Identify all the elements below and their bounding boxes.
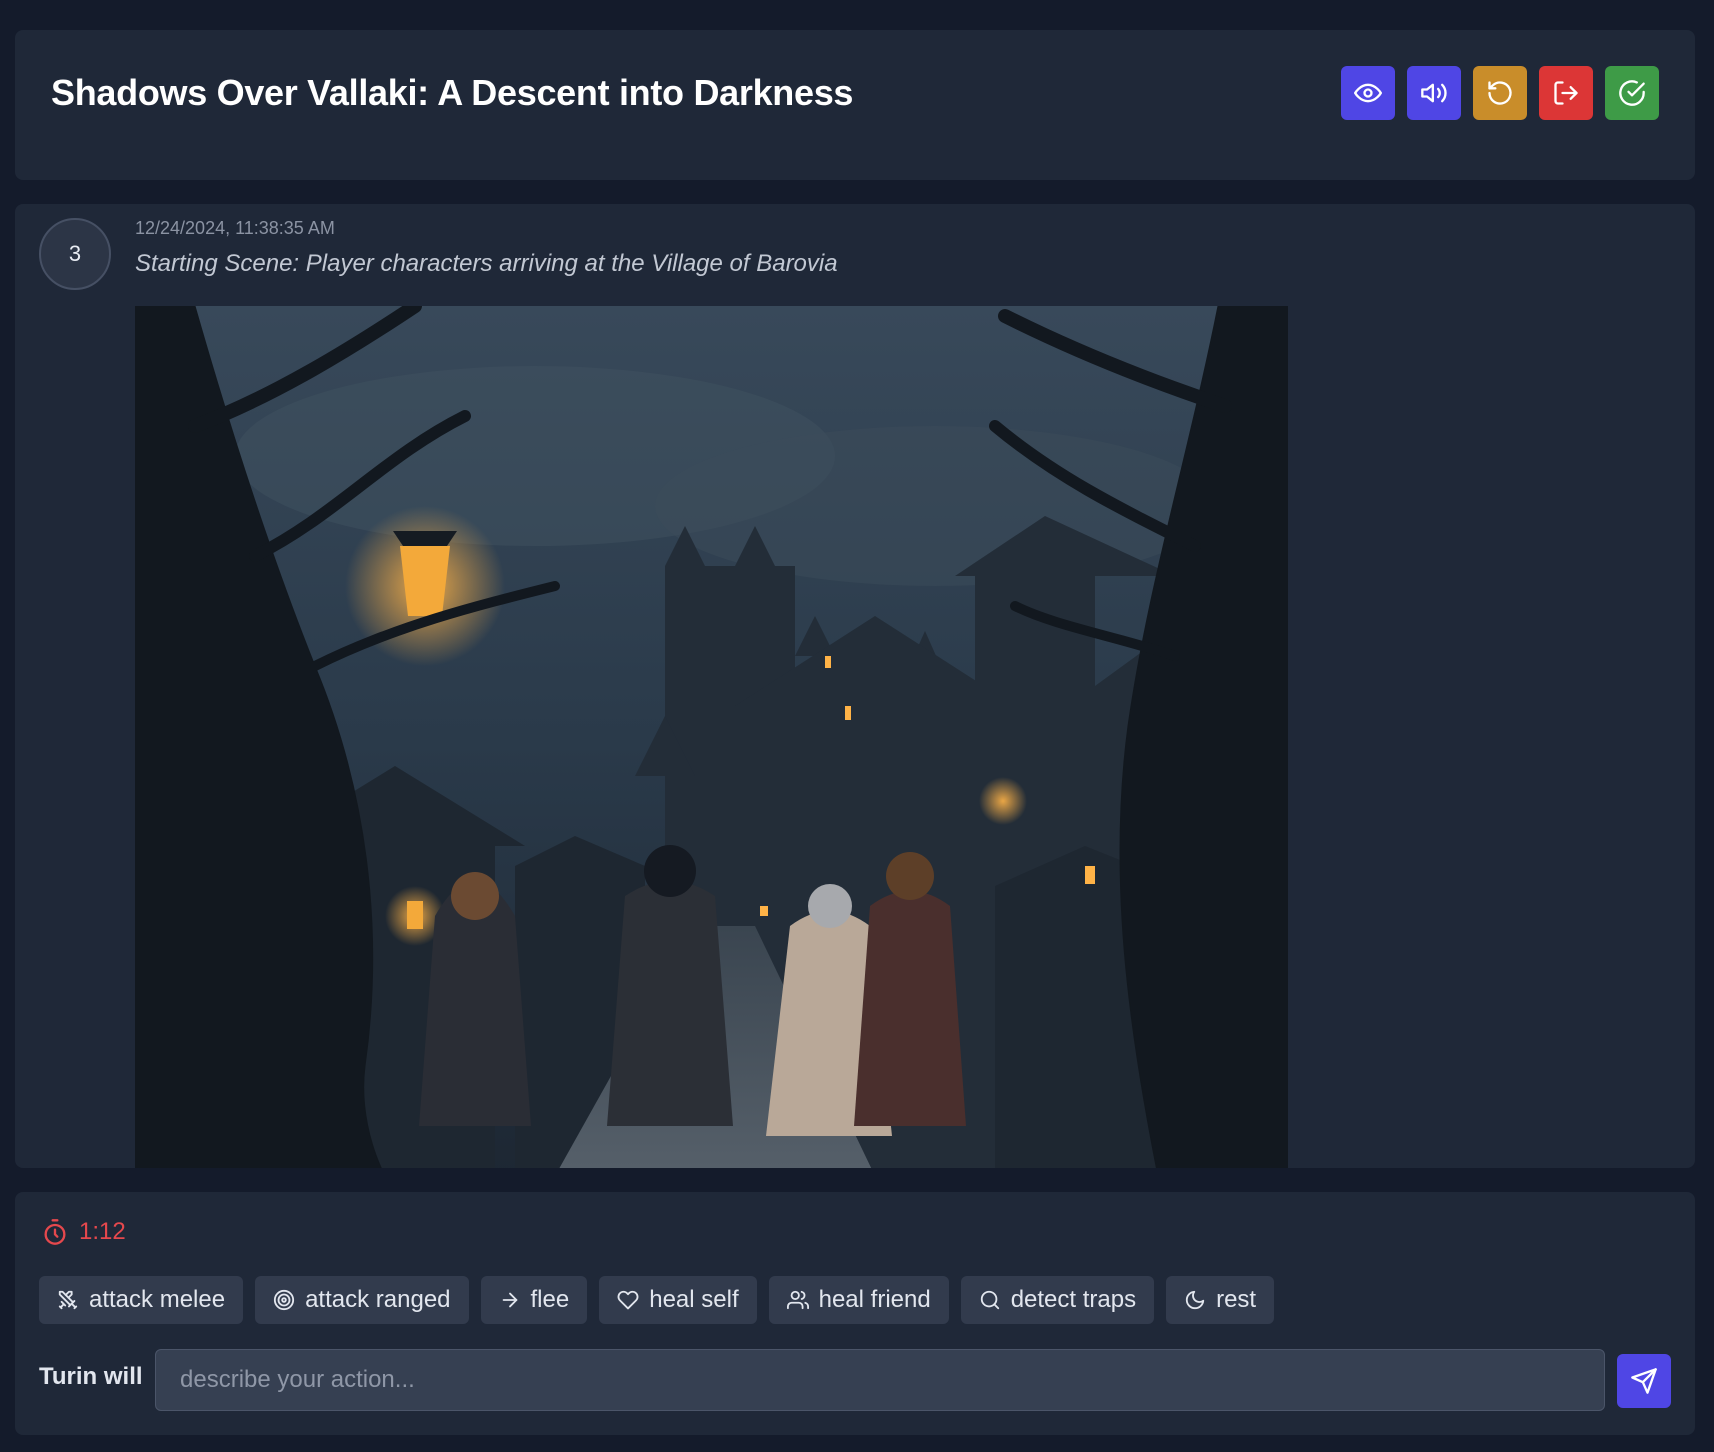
undo-icon [1488,81,1512,105]
complete-button[interactable] [1605,66,1659,120]
users-icon [786,1290,809,1310]
action-attack-ranged[interactable]: attack ranged [255,1276,469,1324]
action-detect-traps[interactable]: detect traps [960,1276,1155,1324]
quick-actions: attack melee attack ranged flee heal sel… [39,1276,1275,1324]
action-label: attack ranged [305,1286,451,1313]
arrow-right-icon [502,1292,517,1308]
action-attack-melee[interactable]: attack melee [39,1276,244,1324]
action-label: heal self [649,1286,739,1313]
audio-button[interactable] [1407,66,1461,120]
speaker-icon [1421,83,1447,103]
moon-icon [1185,1290,1205,1310]
search-icon [980,1290,999,1310]
turn-number-badge: 3 [39,218,111,290]
scene-description: Starting Scene: Player characters arrivi… [135,250,838,277]
character-intent-label: Turin will [39,1363,143,1390]
page-title: Shadows Over Vallaki: A Descent into Dar… [51,72,854,113]
heart-icon [617,1290,639,1310]
exit-button[interactable] [1539,66,1593,120]
game-header: Shadows Over Vallaki: A Descent into Dar… [15,30,1695,180]
timer-value: 1:12 [79,1218,126,1245]
action-label: attack melee [89,1286,226,1313]
target-icon [273,1289,295,1311]
header-toolbar [1341,66,1659,120]
send-button[interactable] [1617,1354,1671,1408]
stopwatch-icon [44,1219,66,1245]
entry-timestamp: 12/24/2024, 11:38:35 AM [135,218,335,238]
action-input[interactable] [155,1349,1605,1411]
exit-icon [1554,81,1578,105]
action-label: rest [1216,1286,1257,1313]
story-feed[interactable]: 3 12/24/2024, 11:38:35 AM Starting Scene… [15,204,1695,1168]
view-button[interactable] [1341,66,1395,120]
undo-button[interactable] [1473,66,1527,120]
swords-icon [58,1290,78,1310]
send-icon [1631,1368,1657,1394]
turn-timer: 1:12 [41,1218,126,1246]
action-label: detect traps [1010,1286,1137,1313]
action-panel: 1:12 attack melee attack ranged flee hea… [15,1192,1695,1435]
action-flee[interactable]: flee [480,1276,588,1324]
check-circle-icon [1619,80,1645,106]
action-label: flee [530,1286,570,1313]
action-heal-friend[interactable]: heal friend [768,1276,949,1324]
action-rest[interactable]: rest [1166,1276,1275,1324]
action-heal-self[interactable]: heal self [599,1276,757,1324]
action-label: heal friend [818,1286,931,1313]
eye-icon [1354,83,1382,103]
scene-illustration [135,306,1288,1168]
